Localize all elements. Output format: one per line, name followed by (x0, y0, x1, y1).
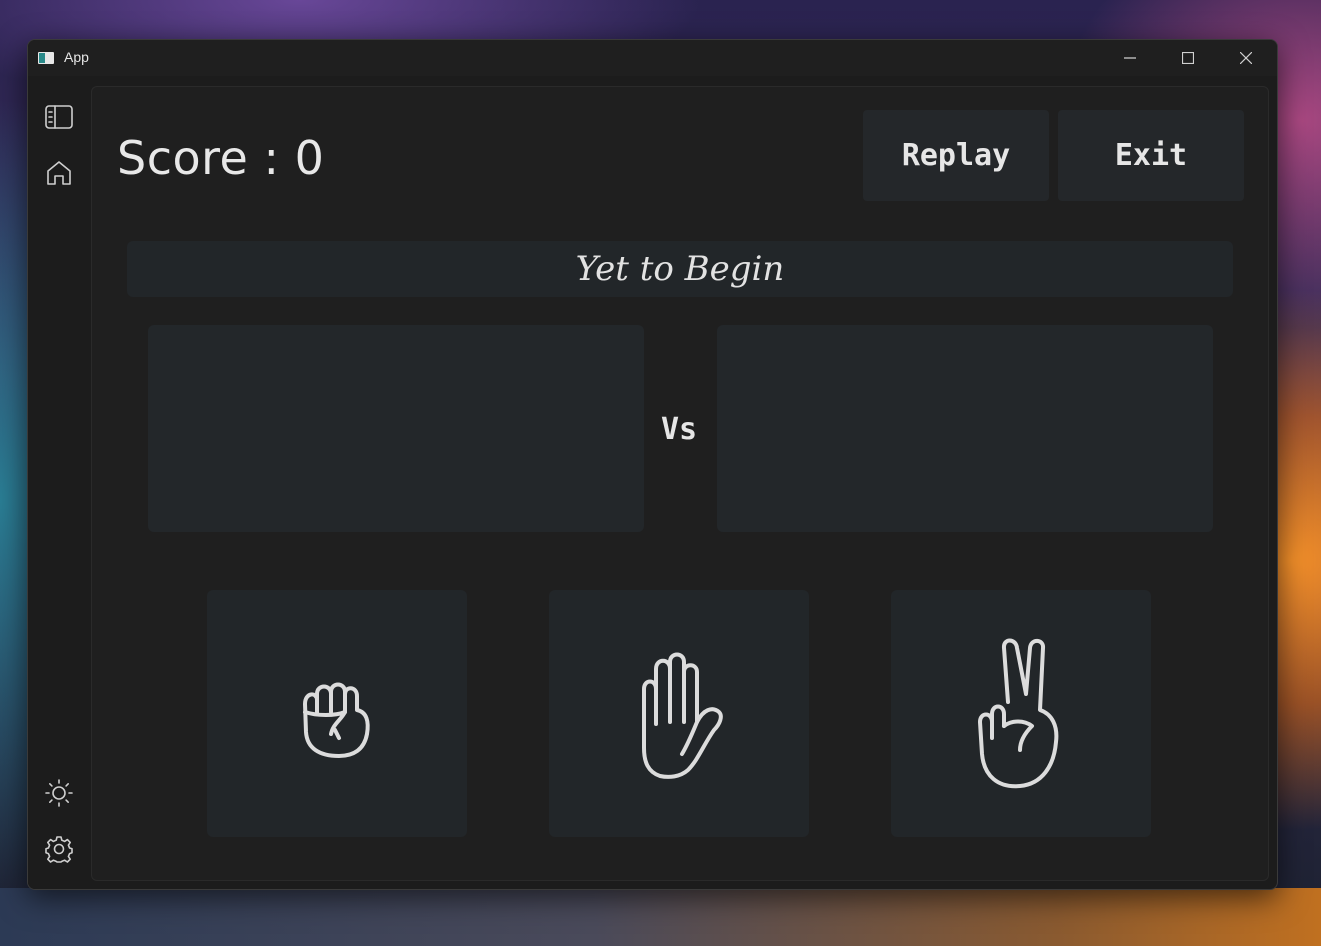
maximize-button[interactable] (1159, 40, 1217, 76)
toggle-sidebar-icon (45, 105, 73, 129)
paper-hand-icon (642, 652, 723, 779)
paper-button[interactable] (549, 590, 809, 837)
scissors-victory-icon (978, 638, 1059, 788)
game-status-text: Yet to Begin (575, 249, 785, 289)
close-icon (1240, 52, 1252, 64)
close-button[interactable] (1217, 40, 1275, 76)
window-title: App (64, 49, 89, 65)
minimize-button[interactable] (1101, 40, 1159, 76)
computer-choice-panel (717, 325, 1213, 532)
title-bar: App (28, 40, 1277, 76)
sun-icon (45, 779, 73, 807)
maximize-icon (1182, 52, 1194, 64)
player-choice-panel (148, 325, 644, 532)
app-logo-icon (38, 52, 54, 64)
replay-button[interactable]: Replay (863, 110, 1049, 201)
scissors-button[interactable] (891, 590, 1151, 837)
settings-button[interactable] (44, 834, 74, 864)
app-window: App Score: 0 Replay Exit Yet to Begin V… (27, 39, 1278, 890)
game-content: Score : 0 Replay Exit Yet to Begin Vs (91, 86, 1269, 881)
minimize-icon (1124, 57, 1136, 59)
theme-toggle-button[interactable] (44, 778, 74, 808)
rock-fist-icon (303, 682, 370, 758)
home-icon (47, 161, 71, 185)
vs-label: Vs (661, 412, 698, 447)
gear-icon (45, 836, 73, 863)
score-label: Score : 0 (117, 131, 325, 185)
rock-button[interactable] (207, 590, 467, 837)
toggle-sidebar-button[interactable] (44, 102, 74, 132)
desktop-wallpaper (0, 888, 1321, 946)
exit-button[interactable]: Exit (1058, 110, 1244, 201)
status-bar: Yet to Begin (127, 241, 1233, 297)
sidebar (28, 76, 90, 889)
home-button[interactable] (44, 158, 74, 188)
